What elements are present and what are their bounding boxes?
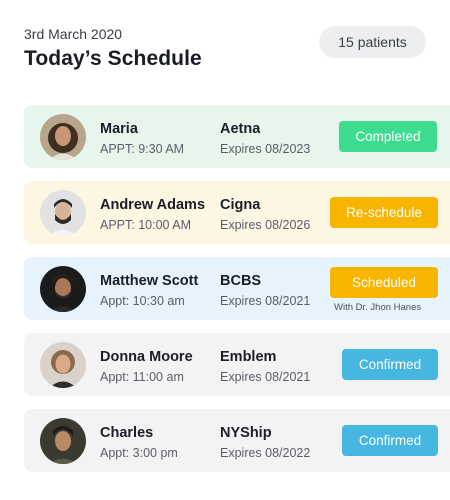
patient-name[interactable]: Andrew Adams bbox=[100, 197, 205, 213]
page-title: Today’s Schedule bbox=[24, 47, 202, 70]
patient-name[interactable]: Donna Moore bbox=[100, 349, 193, 365]
insurance-expiry: Expires 08/2021 bbox=[220, 294, 311, 308]
status-button-confirmed[interactable]: Confirmed bbox=[342, 425, 438, 456]
man-avatar-icon bbox=[40, 418, 86, 464]
appointment-time: APPT: 9:30 AM bbox=[100, 142, 185, 156]
insurance-expiry: Expires 08/2023 bbox=[220, 142, 311, 156]
appointment-time: Appt: 10:30 am bbox=[100, 294, 185, 308]
woman-avatar-icon bbox=[40, 114, 86, 160]
insurance-provider: Emblem bbox=[220, 349, 277, 365]
insurance-provider: NYShip bbox=[220, 425, 272, 441]
patient-count-badge[interactable]: 15 patients bbox=[319, 26, 426, 58]
status-button-scheduled[interactable]: Scheduled bbox=[330, 267, 438, 298]
insurance-provider: BCBS bbox=[220, 273, 262, 289]
schedule-header: 3rd March 2020 Today’s Schedule 15 patie… bbox=[24, 26, 426, 76]
appointment-list: Maria APPT: 9:30 AM Aetna Expires 08/202… bbox=[24, 105, 450, 485]
insurance-expiry: Expires 08/2026 bbox=[220, 218, 311, 232]
appointment-time: APPT: 10:00 AM bbox=[100, 218, 192, 232]
woman-avatar-icon bbox=[40, 342, 86, 388]
patient-name[interactable]: Maria bbox=[100, 121, 138, 137]
status-button-confirmed[interactable]: Confirmed bbox=[342, 349, 438, 380]
appointment-row[interactable]: Maria APPT: 9:30 AM Aetna Expires 08/202… bbox=[24, 105, 450, 168]
insurance-provider: Aetna bbox=[220, 121, 261, 137]
appointment-time: Appt: 3:00 pm bbox=[100, 446, 178, 460]
appointment-time: Appt: 11:00 am bbox=[100, 370, 184, 384]
patient-name[interactable]: Matthew Scott bbox=[100, 273, 198, 289]
patient-name[interactable]: Charles bbox=[100, 425, 153, 441]
appointment-row[interactable]: Charles Appt: 3:00 pm NYShip Expires 08/… bbox=[24, 409, 450, 472]
status-button-reschedule[interactable]: Re-schedule bbox=[330, 197, 438, 228]
insurance-expiry: Expires 08/2022 bbox=[220, 446, 311, 460]
schedule-date: 3rd March 2020 bbox=[24, 26, 123, 42]
appointment-row[interactable]: Donna Moore Appt: 11:00 am Emblem Expire… bbox=[24, 333, 450, 396]
appointment-row[interactable]: Matthew Scott Appt: 10:30 am BCBS Expire… bbox=[24, 257, 450, 320]
man-avatar-icon bbox=[40, 266, 86, 312]
insurance-expiry: Expires 08/2021 bbox=[220, 370, 311, 384]
bearded-man-avatar-icon bbox=[40, 190, 86, 236]
insurance-provider: Cigna bbox=[220, 197, 261, 213]
status-button-completed[interactable]: Completed bbox=[339, 121, 437, 152]
appointment-row[interactable]: Andrew Adams APPT: 10:00 AM Cigna Expire… bbox=[24, 181, 450, 244]
assigned-doctor-note: With Dr. Jhon Hanes bbox=[334, 302, 422, 313]
